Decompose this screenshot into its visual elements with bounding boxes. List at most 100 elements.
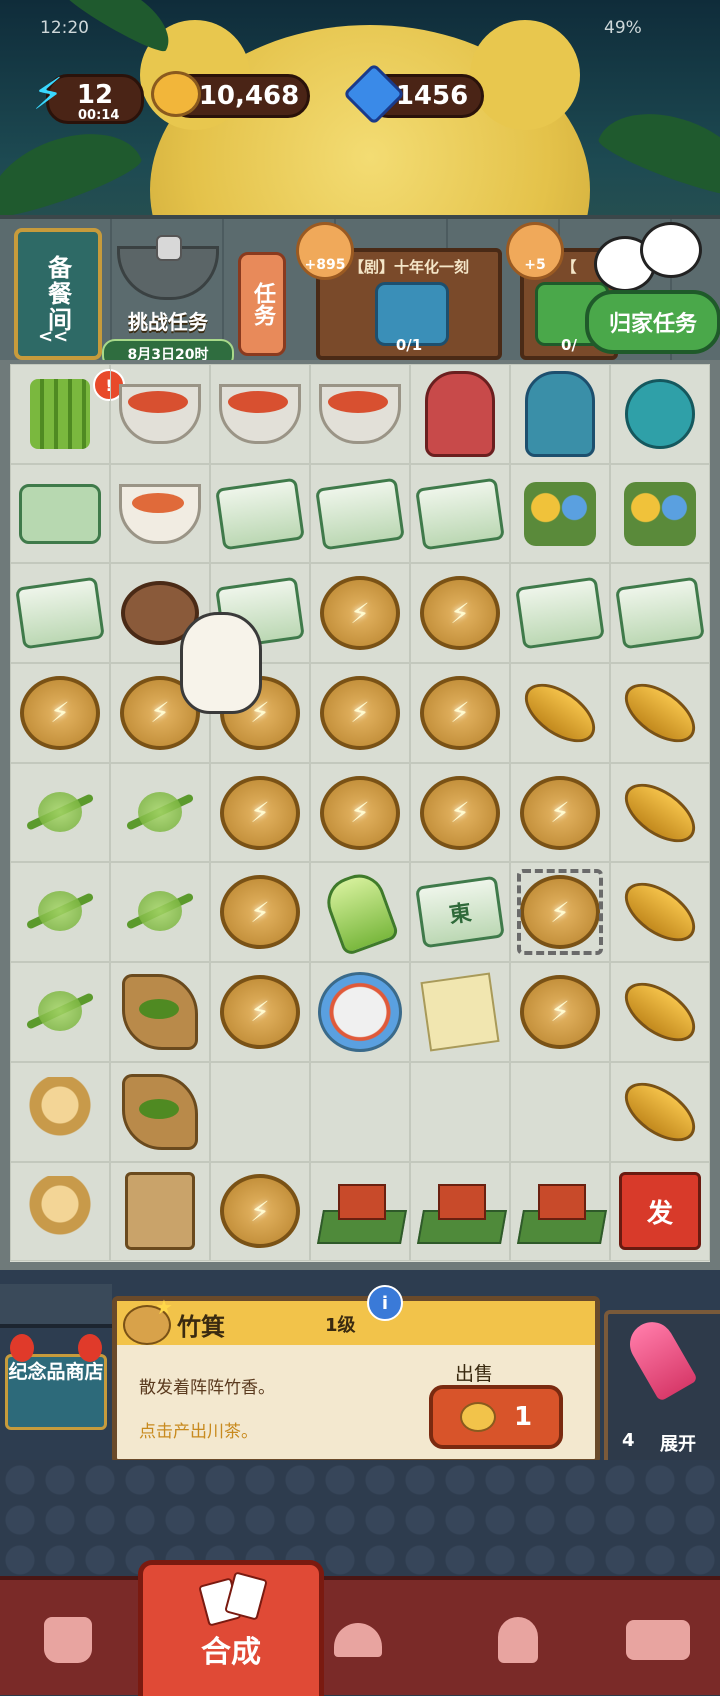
nav-map-icon[interactable] [478, 1600, 558, 1680]
board-cell[interactable]: ⚡ [310, 563, 410, 664]
board-cell[interactable]: ⚡ [10, 663, 110, 763]
board-cell[interactable] [610, 563, 710, 664]
mahjong-icon[interactable] [515, 576, 605, 650]
plate-icon[interactable] [318, 971, 402, 1052]
board-cell[interactable] [610, 862, 710, 963]
expand-button[interactable]: 4 展开 [604, 1310, 720, 1466]
skewer-icon[interactable] [219, 383, 301, 444]
board-cell[interactable]: ⚡ [310, 663, 410, 763]
flowers-icon[interactable] [524, 481, 596, 546]
coin-icon[interactable]: ⚡ [420, 675, 500, 750]
opera2-icon[interactable] [525, 370, 595, 457]
home-task-button[interactable]: 归家任务 [585, 290, 720, 354]
nav-merge-tab[interactable]: 合成 [138, 1560, 324, 1696]
boat-icon[interactable] [614, 771, 706, 854]
board-cell[interactable] [410, 463, 510, 564]
nav-bell-icon[interactable] [318, 1600, 398, 1680]
board-cell[interactable] [10, 762, 110, 863]
leafboard-icon[interactable] [122, 1073, 198, 1150]
coin-icon[interactable]: ⚡ [220, 875, 300, 950]
board-cell[interactable]: ⚡ [410, 762, 510, 863]
board-cell[interactable] [110, 364, 210, 464]
souvenir-shop-button[interactable]: 纪念品商店 [0, 1284, 112, 1454]
board-cell[interactable] [310, 962, 410, 1062]
bowl2-icon[interactable] [119, 483, 201, 544]
coin-icon[interactable]: ⚡ [20, 675, 100, 750]
coin-icon[interactable]: ⚡ [220, 1174, 300, 1249]
sell-button[interactable]: 1 [429, 1385, 563, 1449]
dragonfly-icon[interactable] [20, 788, 100, 838]
dragonfly-icon[interactable] [20, 887, 100, 937]
board-cell[interactable] [110, 463, 210, 564]
board-cell[interactable] [10, 1061, 110, 1162]
board-cell[interactable] [410, 1061, 510, 1162]
board-cell[interactable] [510, 1161, 610, 1262]
board-cell[interactable] [110, 862, 210, 963]
board-cell[interactable] [610, 663, 710, 763]
board-cell[interactable]: ⚡ [510, 862, 610, 963]
mahjong-icon[interactable] [315, 477, 405, 550]
boat-icon[interactable] [614, 971, 706, 1053]
board-cell[interactable] [310, 1061, 410, 1162]
board-cell[interactable]: ⚡ [210, 1161, 310, 1262]
board-cell[interactable]: ⚡ [410, 663, 510, 763]
mahjong-icon[interactable] [215, 477, 305, 550]
task-button[interactable]: 任务 [238, 252, 286, 356]
board-cell[interactable]: ⚡ [310, 762, 410, 863]
board-cell[interactable] [10, 563, 110, 664]
coin-icon[interactable]: ⚡ [520, 974, 600, 1049]
steamer-icon[interactable] [19, 483, 101, 544]
board-cell[interactable] [110, 962, 210, 1062]
dragonfly-icon[interactable] [120, 788, 200, 838]
board-cell[interactable] [510, 1061, 610, 1162]
board-cell[interactable] [510, 663, 610, 763]
paper-icon[interactable] [420, 972, 500, 1052]
mahjong-icon[interactable]: 東 [415, 875, 505, 949]
dragonfly-icon[interactable] [20, 987, 100, 1037]
board-cell[interactable] [110, 762, 210, 863]
teabag-icon[interactable] [125, 1172, 195, 1251]
board-cell[interactable]: ⚡ [510, 962, 610, 1062]
board-cell[interactable]: ⚡ [210, 962, 310, 1062]
boat-icon[interactable] [614, 871, 706, 954]
board-cell[interactable] [210, 1061, 310, 1162]
mahjong-icon[interactable] [15, 576, 105, 650]
board-cell[interactable] [410, 1161, 510, 1262]
boat-icon[interactable] [614, 1070, 706, 1153]
board-cell[interactable] [310, 463, 410, 564]
board-cell[interactable] [10, 1161, 110, 1262]
pavilion-icon[interactable] [320, 1178, 400, 1244]
coin-icon[interactable]: ⚡ [220, 775, 300, 850]
board-cell[interactable] [110, 1061, 210, 1162]
board-cell[interactable] [310, 364, 410, 464]
board-cell[interactable] [310, 862, 410, 963]
boat-icon[interactable] [614, 671, 706, 754]
board-cell[interactable] [610, 762, 710, 863]
board-cell[interactable] [10, 862, 110, 963]
nav-bag-icon[interactable] [28, 1600, 108, 1680]
board-cell[interactable]: ⚡ [210, 762, 310, 863]
board-cell[interactable] [610, 1061, 710, 1162]
tea-icon[interactable] [625, 378, 695, 449]
flowers-icon[interactable] [624, 481, 696, 546]
pavilion-icon[interactable] [420, 1178, 500, 1244]
mahjong-icon[interactable] [615, 576, 705, 650]
phoenix-icon[interactable] [22, 1176, 98, 1247]
board-cell[interactable]: 发 [610, 1161, 710, 1262]
board-cell[interactable] [610, 962, 710, 1062]
board-cell[interactable] [610, 463, 710, 564]
board-cell[interactable] [10, 463, 110, 564]
board-cell[interactable]: ⚡ [510, 762, 610, 863]
coin-icon[interactable]: ⚡ [520, 775, 600, 850]
board-cell[interactable]: ! [10, 364, 125, 464]
boat-icon[interactable] [514, 671, 606, 754]
board-cell[interactable]: ⚡ [210, 862, 310, 963]
mahjong-icon[interactable] [415, 477, 505, 550]
dragonfly-icon[interactable] [120, 887, 200, 937]
board-cell[interactable] [510, 364, 610, 464]
coin-icon[interactable]: ⚡ [420, 576, 500, 651]
leafboard-icon[interactable] [122, 973, 198, 1050]
board-cell[interactable] [510, 563, 610, 664]
board-cell[interactable] [210, 463, 310, 564]
board-cell[interactable] [610, 364, 710, 464]
